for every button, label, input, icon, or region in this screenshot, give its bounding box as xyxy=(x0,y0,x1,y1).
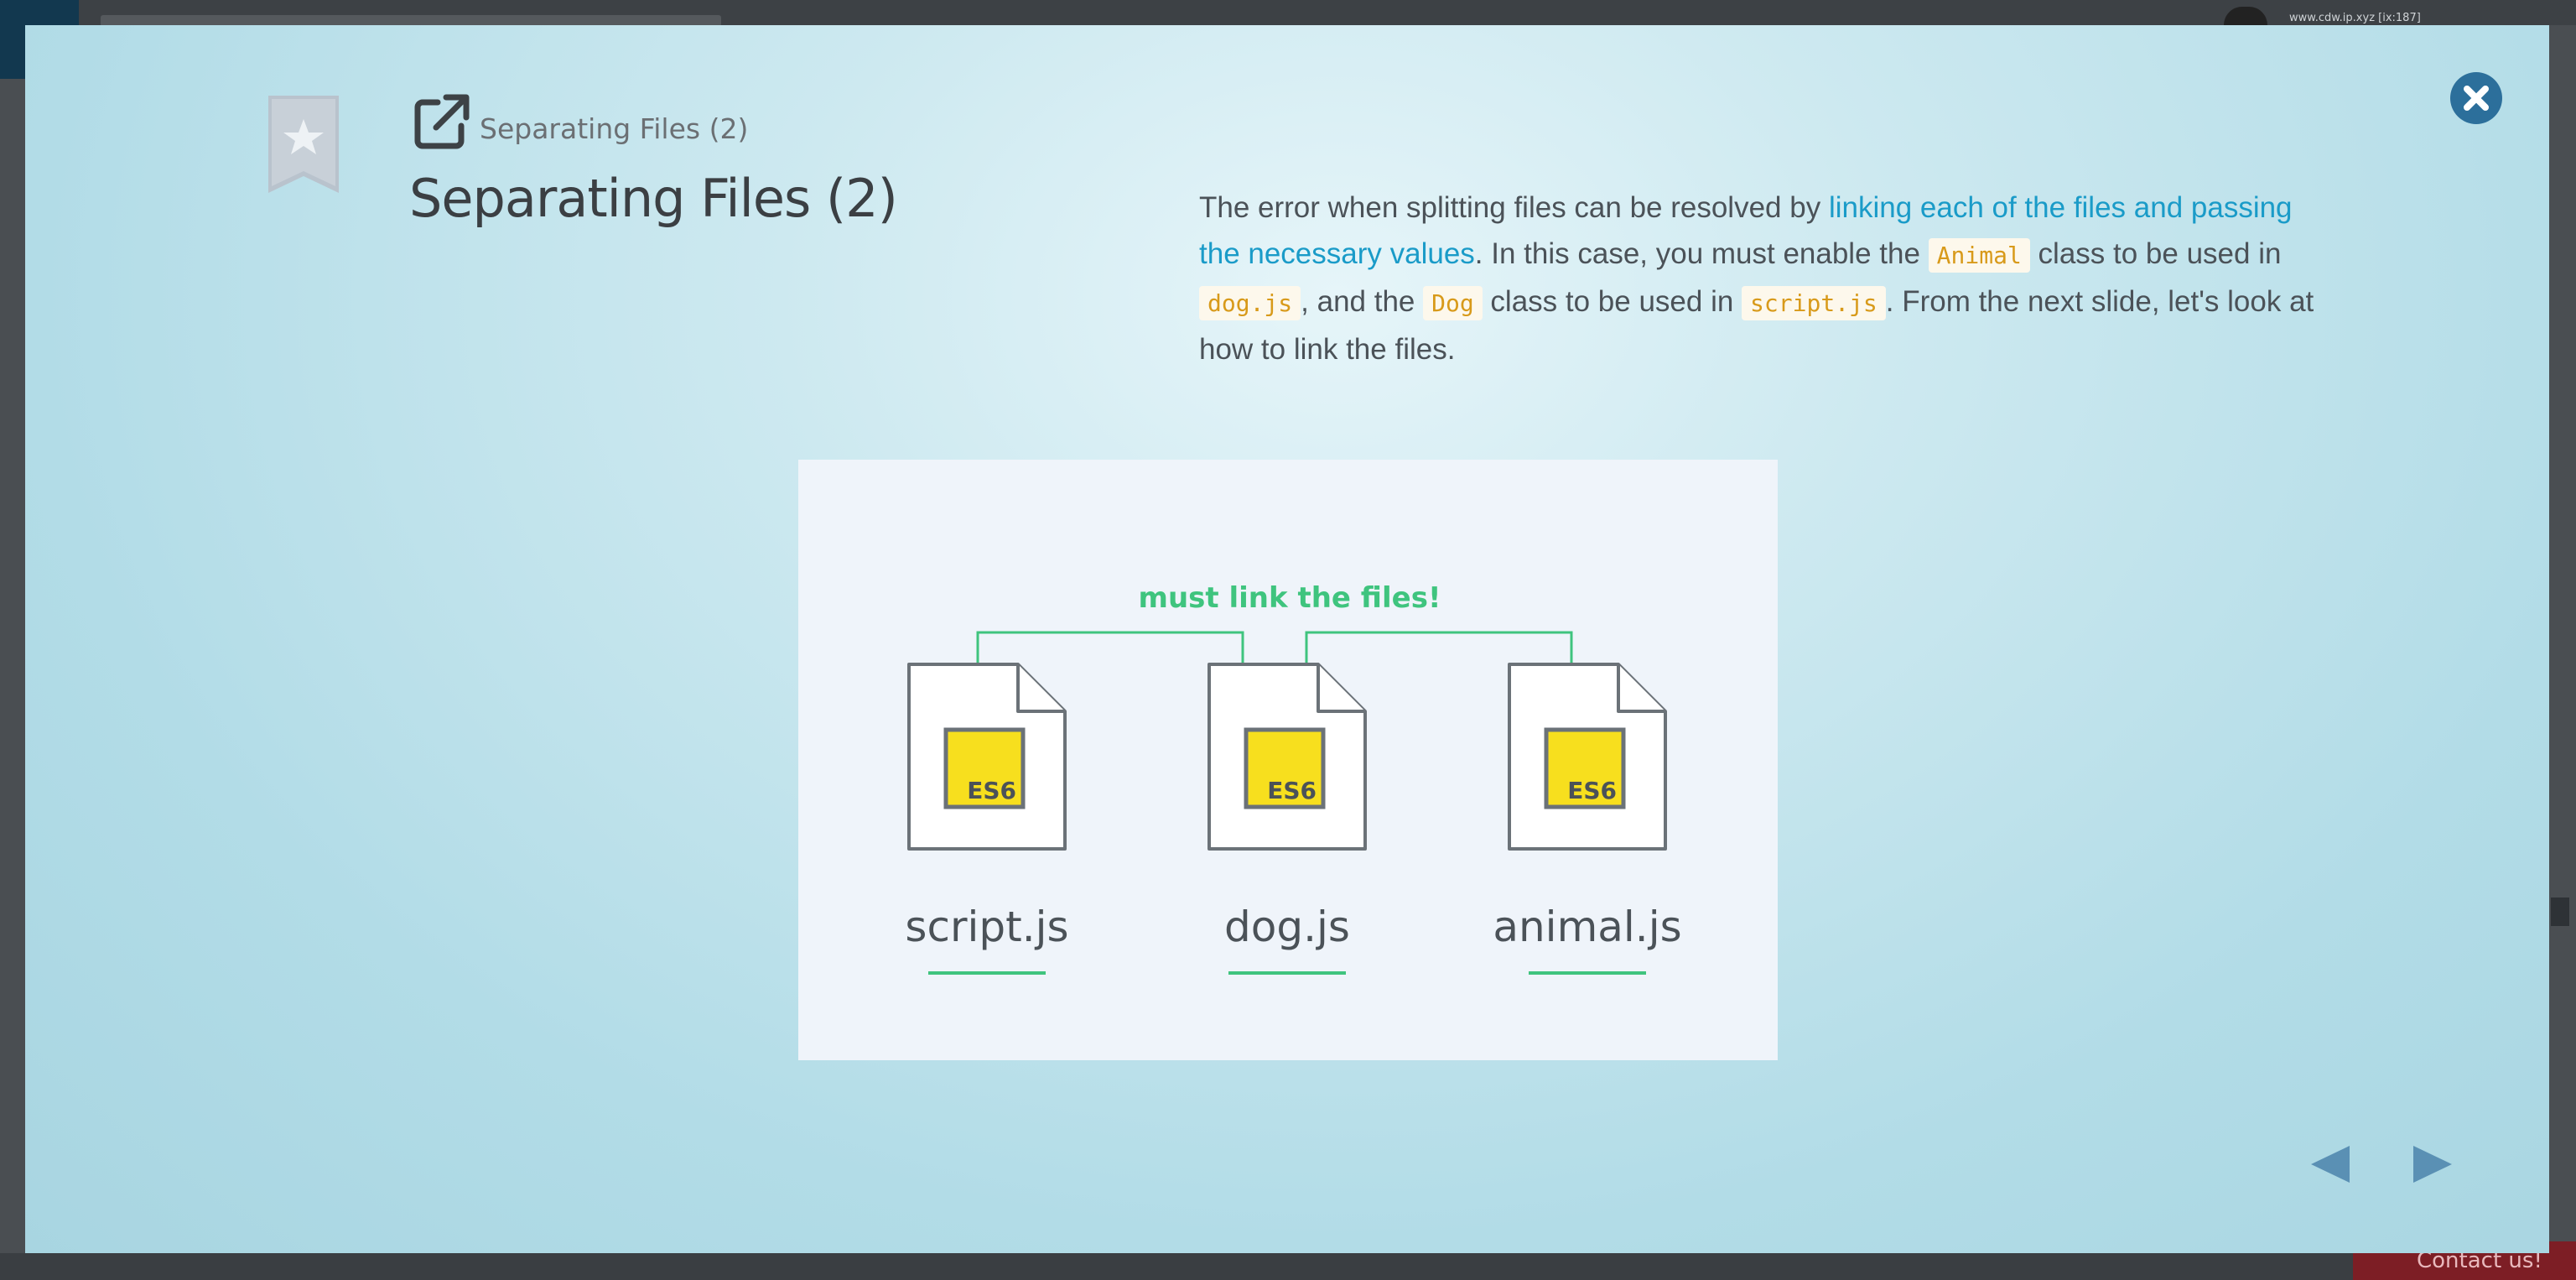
files-diagram: must link the files! ES6 ES6 ES6 script.… xyxy=(798,460,1778,1060)
file-label-script-js: script.js xyxy=(905,903,1068,951)
slide-modal: Separating Files (2) Separating Files (2… xyxy=(25,25,2549,1253)
background-url-text: www.cdw.ip.xyz [ix:187] xyxy=(2289,12,2421,24)
breadcrumb: Separating Files (2) xyxy=(480,112,749,145)
files-diagram-svg: must link the files! ES6 ES6 ES6 script.… xyxy=(905,581,1682,975)
slide-description: The error when splitting files can be re… xyxy=(1199,185,2314,372)
es6-badge: ES6 xyxy=(967,777,1016,804)
es6-badge: ES6 xyxy=(1567,777,1617,804)
background-bottom-bar xyxy=(0,1253,2576,1280)
file-label-animal-js: animal.js xyxy=(1493,903,1681,951)
es6-badge: ES6 xyxy=(1267,777,1317,804)
triangle-left-icon xyxy=(2311,1146,2350,1183)
connector-line xyxy=(1305,631,1573,664)
diagram-caption: must link the files! xyxy=(1139,581,1441,615)
description-text: . In this case, you must enable the xyxy=(1474,237,1929,270)
code-dog-js: dog.js xyxy=(1199,286,1301,320)
triangle-right-icon xyxy=(2413,1146,2452,1183)
code-animal: Animal xyxy=(1928,238,2030,273)
file-icon: ES6 xyxy=(1508,663,1667,851)
description-text: The error when splitting files can be re… xyxy=(1199,191,1829,224)
bookmark-star-icon[interactable] xyxy=(268,96,339,193)
description-text: class to be used in xyxy=(1482,285,1742,318)
code-script-js: script.js xyxy=(1742,286,1886,320)
previous-slide-button[interactable] xyxy=(2306,1139,2356,1189)
external-link-icon[interactable] xyxy=(413,91,473,151)
page-title: Separating Files (2) xyxy=(409,168,898,229)
close-icon xyxy=(2464,86,2489,111)
close-button[interactable] xyxy=(2450,72,2502,124)
file-icon: ES6 xyxy=(907,663,1067,851)
description-text: class to be used in xyxy=(2029,237,2282,270)
background-scrollbar xyxy=(2551,898,2569,926)
next-slide-button[interactable] xyxy=(2407,1139,2457,1189)
file-icon: ES6 xyxy=(1208,663,1367,851)
description-text: , and the xyxy=(1301,285,1424,318)
file-label-dog-js: dog.js xyxy=(1224,903,1350,951)
code-dog: Dog xyxy=(1423,286,1483,320)
connector-line xyxy=(976,631,1244,664)
